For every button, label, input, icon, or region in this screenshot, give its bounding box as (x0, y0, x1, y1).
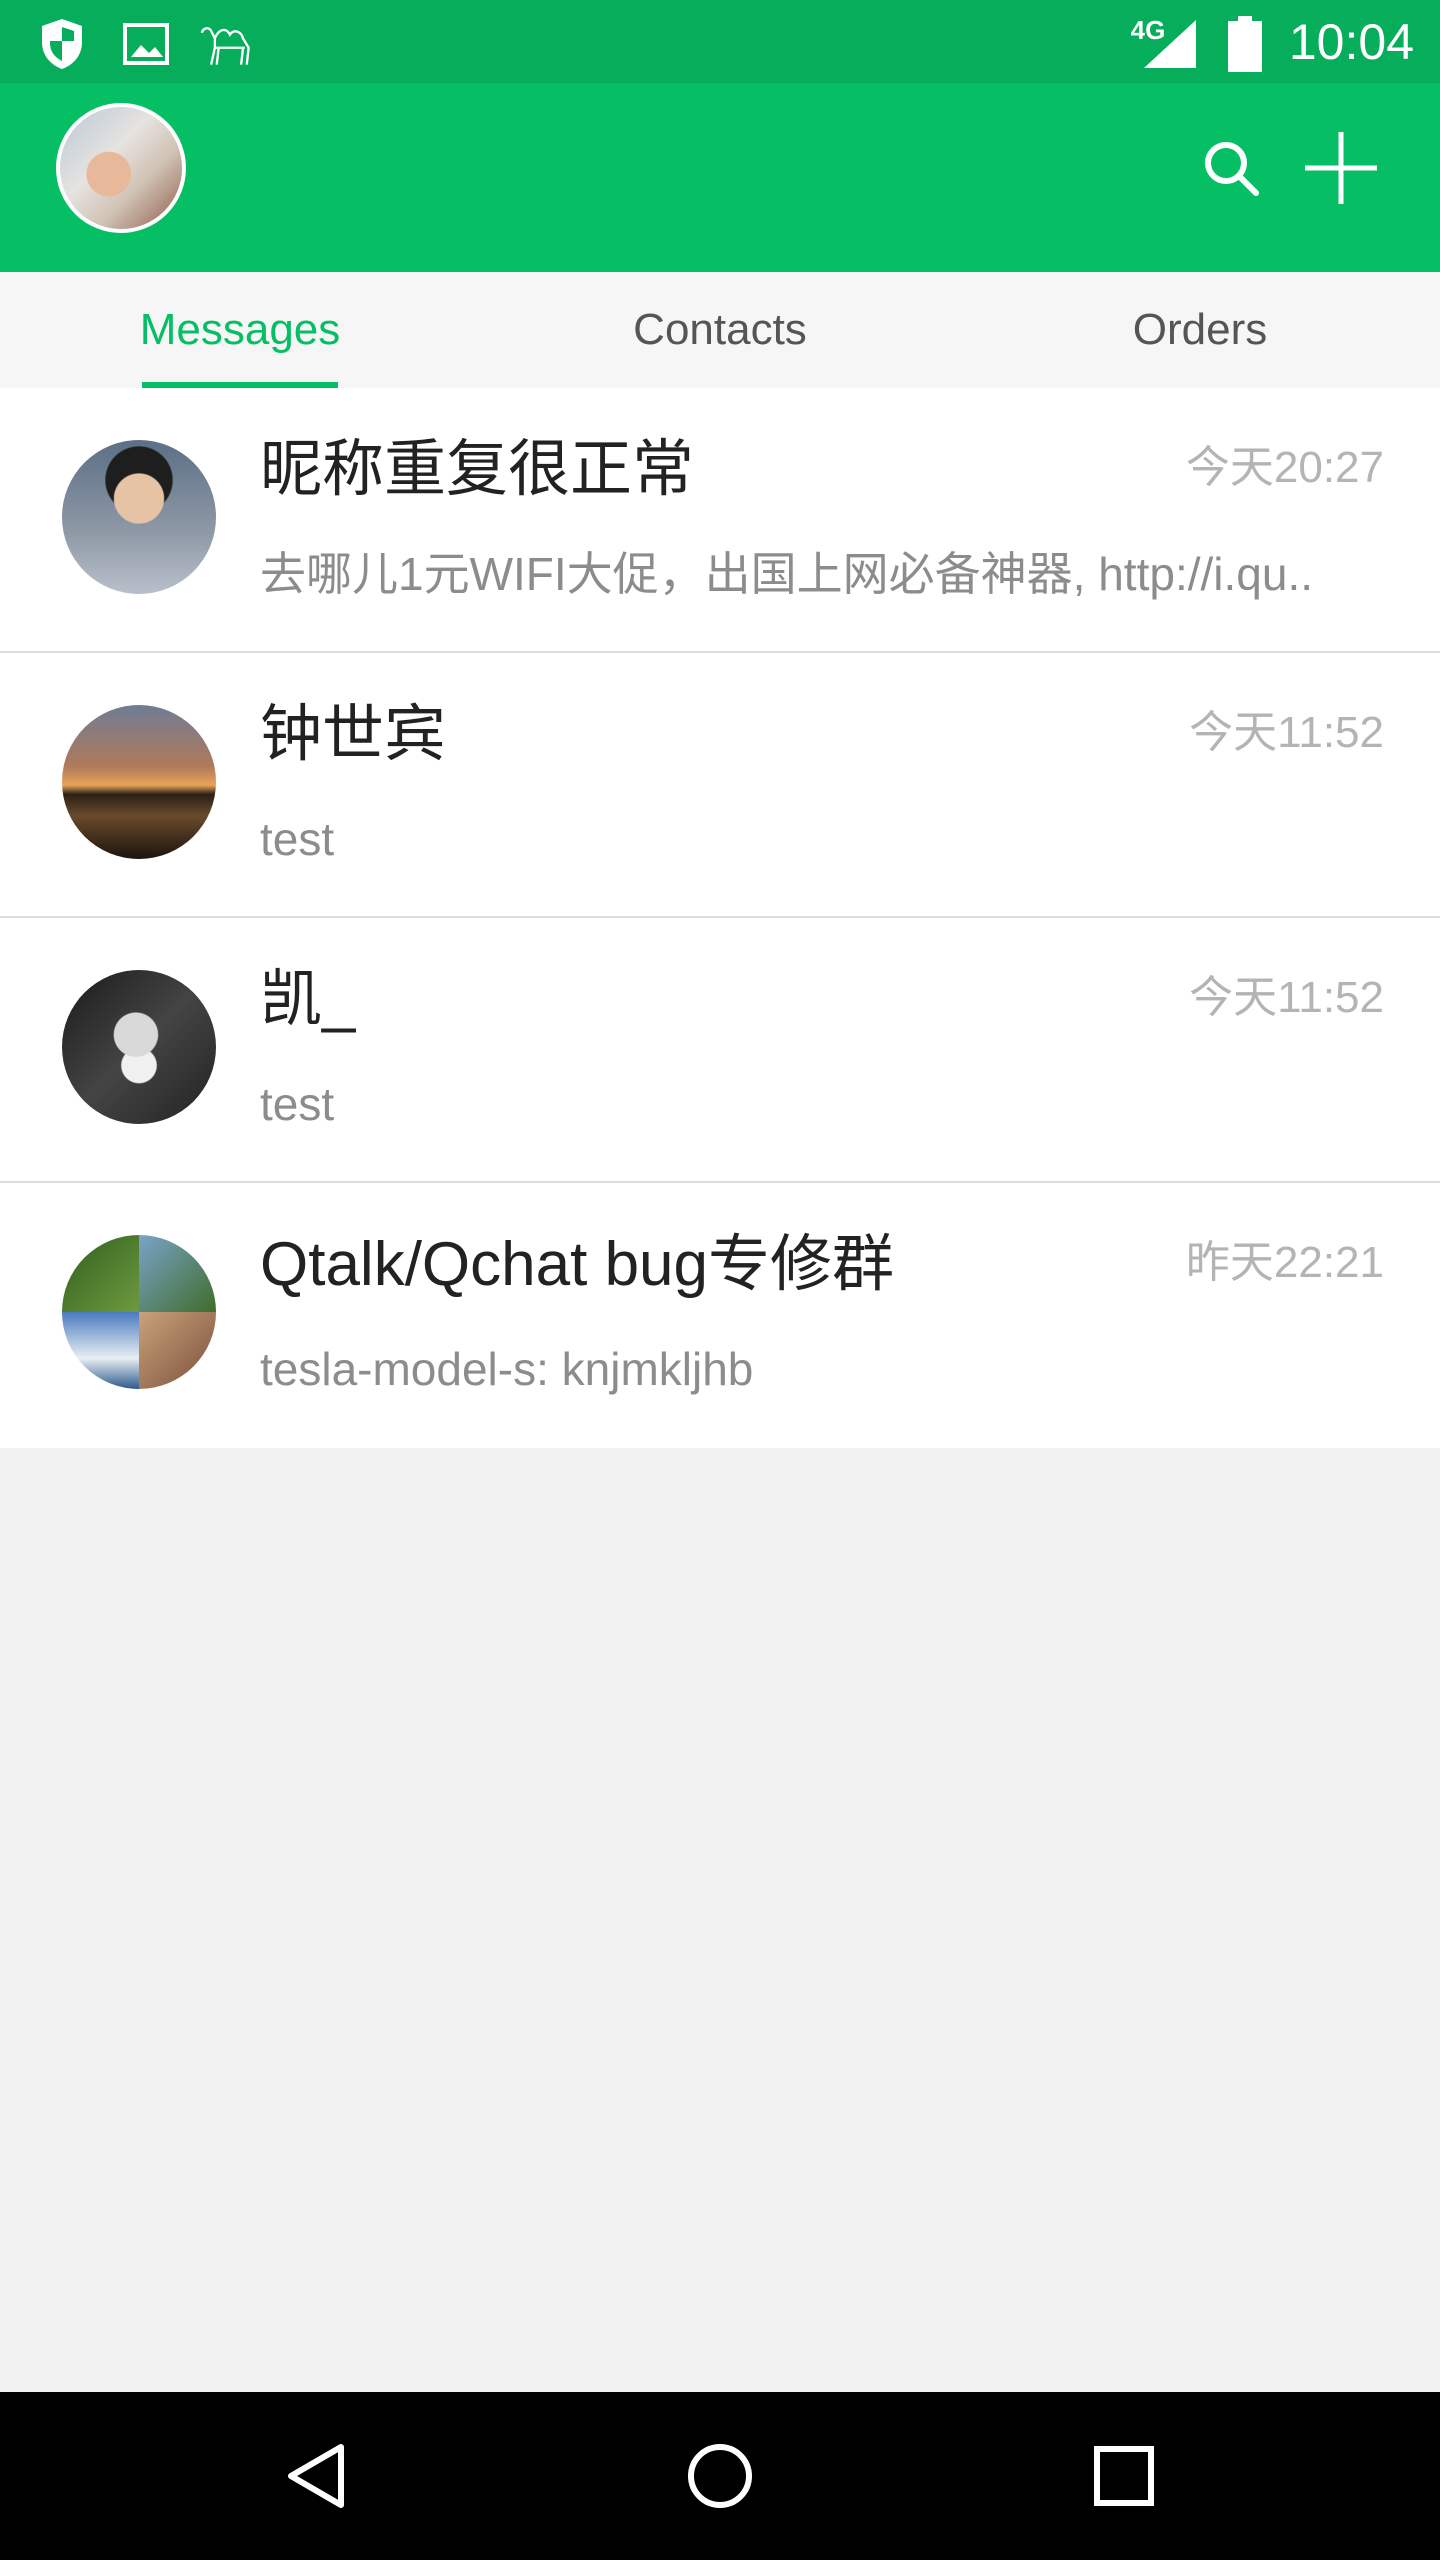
conversation-preview: test (260, 1078, 335, 1130)
conversation-preview: test (260, 813, 335, 865)
conversation-title: 昵称重复很正常 (260, 435, 695, 504)
back-icon[interactable] (266, 2426, 366, 2526)
conversation-item[interactable]: Qtalk/Qchat bug专修群 昨天22:21 tesla-model-s… (0, 1183, 1440, 1448)
conversation-item[interactable]: 钟世宾 今天11:52 test (0, 653, 1440, 918)
shield-icon (32, 14, 92, 74)
tab-label: Orders (1132, 305, 1268, 354)
tab-orders[interactable]: Orders (960, 272, 1440, 388)
avatar (62, 970, 216, 1124)
conversation-time: 今天11:52 (1189, 708, 1384, 757)
conversation-title: Qtalk/Qchat bug专修群 (260, 1230, 895, 1299)
tab-label: Contacts (633, 305, 807, 354)
profile-avatar[interactable] (56, 103, 186, 233)
navigation-bar (0, 2392, 1440, 2560)
conversation-item[interactable]: 凯_ 今天11:52 test (0, 918, 1440, 1183)
image-icon (116, 14, 176, 74)
tab-messages[interactable]: Messages (0, 272, 480, 388)
app-bar (0, 83, 1440, 272)
clock: 10:04 (1288, 14, 1414, 70)
tab-contacts[interactable]: Contacts (480, 272, 960, 388)
camel-icon (198, 14, 258, 74)
status-bar: 4G 10:04 (0, 0, 1440, 83)
recents-icon[interactable] (1074, 2426, 1174, 2526)
conversation-title: 钟世宾 (260, 700, 447, 769)
home-icon[interactable] (670, 2426, 770, 2526)
conversation-list: 昵称重复很正常 今天20:27 去哪儿1元WIFI大促，出国上网必备神器, ht… (0, 388, 1440, 1448)
conversation-preview: tesla-model-s: knjmkljhb (260, 1343, 754, 1395)
signal-icon (1140, 14, 1200, 74)
avatar (62, 440, 216, 594)
tab-bar: Messages Contacts Orders (0, 272, 1440, 388)
conversation-title: 凯_ (260, 965, 357, 1034)
tab-label: Messages (139, 305, 341, 354)
conversation-time: 昨天22:21 (1185, 1238, 1384, 1287)
conversation-item[interactable]: 昵称重复很正常 今天20:27 去哪儿1元WIFI大促，出国上网必备神器, ht… (0, 388, 1440, 653)
group-avatar (62, 1235, 216, 1389)
conversation-preview: 去哪儿1元WIFI大促，出国上网必备神器, http://i.qu.. (260, 548, 1314, 600)
avatar (62, 705, 216, 859)
battery-icon (1215, 14, 1275, 74)
plus-icon[interactable] (1276, 103, 1406, 233)
conversation-time: 今天20:27 (1185, 443, 1384, 492)
conversation-time: 今天11:52 (1189, 973, 1384, 1022)
